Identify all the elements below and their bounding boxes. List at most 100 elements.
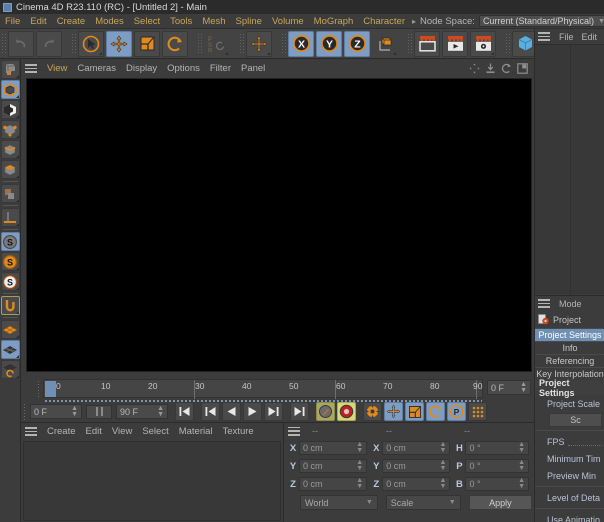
play-button[interactable] — [243, 402, 262, 421]
start-frame-field[interactable]: 0 F ▲ ▼ — [30, 404, 82, 419]
y-axis-lock-button[interactable]: Y — [316, 30, 342, 57]
points-mode-button[interactable] — [0, 120, 20, 139]
viewport-menu-display[interactable]: Display — [121, 63, 162, 74]
coordinate-mode-select[interactable]: Scale ▼ — [385, 495, 461, 510]
node-space-select[interactable]: Current (Standard/Physical) ▼ — [478, 15, 604, 27]
transport-grip[interactable] — [23, 403, 27, 420]
render-queue-button[interactable] — [442, 30, 468, 57]
coord-size-y-input[interactable]: 0 cm ▲ ▼ — [382, 459, 451, 473]
menu-item-spline[interactable]: Spline — [231, 14, 267, 29]
x-axis-lock-button[interactable]: X — [288, 30, 314, 57]
world-object-coordinate-button[interactable] — [372, 31, 398, 57]
coord-rotation-b-spinner-icon[interactable]: ▲ ▼ — [518, 477, 525, 490]
move-axis-button[interactable] — [246, 30, 272, 57]
coord-rotation-p-input[interactable]: 0 ° ▲ ▼ — [465, 459, 529, 473]
viewport-menu-view[interactable]: View — [42, 63, 72, 74]
menu-item-file[interactable]: File — [0, 14, 25, 29]
make-editable-button[interactable] — [0, 60, 20, 79]
step-forward-button[interactable] — [264, 402, 283, 421]
viewport-menu-cameras[interactable]: Cameras — [72, 63, 121, 74]
toolbar-grip-2[interactable] — [71, 32, 76, 55]
undo-button[interactable] — [8, 30, 34, 57]
pan-view-icon[interactable] — [469, 63, 480, 74]
coord-position-y-spinner-icon[interactable]: ▲ ▼ — [356, 459, 363, 472]
render-view-button[interactable] — [414, 30, 440, 57]
toolbar-grip-3[interactable] — [197, 32, 202, 55]
menu-overflow-arrow-icon[interactable]: ▸ — [410, 17, 418, 26]
coordinates-hamburger-icon[interactable] — [288, 426, 300, 436]
record-parameter-button[interactable]: P — [447, 402, 466, 421]
maximize-view-icon[interactable] — [517, 63, 528, 74]
attribute-tab-referencing[interactable]: Referencing — [535, 354, 604, 367]
viewport-solo-button[interactable] — [0, 184, 20, 203]
z-axis-lock-button[interactable]: Z — [344, 30, 370, 57]
start-frame-spinner-icon[interactable]: ▲ ▼ — [71, 405, 78, 418]
object-manager-tree[interactable] — [535, 44, 604, 295]
workplane-lock-button[interactable]: S — [0, 272, 20, 291]
texture-mode-button[interactable] — [0, 100, 20, 119]
grid-dark-button[interactable] — [0, 340, 20, 359]
grid-rotate-button[interactable] — [0, 360, 20, 379]
coord-rotation-p-spinner-icon[interactable]: ▲ ▼ — [518, 459, 525, 472]
render-settings-button[interactable] — [470, 30, 496, 57]
record-position-button[interactable] — [384, 402, 403, 421]
coord-size-z-input[interactable]: 0 cm ▲ ▼ — [382, 477, 451, 491]
viewport-menu-filter[interactable]: Filter — [205, 63, 236, 74]
record-button[interactable] — [337, 402, 356, 421]
menu-item-mesh[interactable]: Mesh — [197, 14, 230, 29]
coord-position-z-input[interactable]: 0 cm ▲ ▼ — [299, 477, 368, 491]
attribute-tab-info[interactable]: Info — [535, 341, 604, 354]
record-scale-button[interactable] — [405, 402, 424, 421]
attribute-mode-label[interactable]: Mode — [555, 299, 582, 309]
quantize-button[interactable]: S — [0, 252, 20, 271]
psr-button[interactable]: P S R — [204, 31, 230, 57]
menu-item-tools[interactable]: Tools — [165, 14, 197, 29]
coord-size-y-spinner-icon[interactable]: ▲ ▼ — [440, 459, 447, 472]
snap-button[interactable]: S — [0, 232, 20, 251]
material-menu-select[interactable]: Select — [137, 426, 173, 437]
scale-button[interactable] — [134, 30, 160, 57]
autokey-button[interactable] — [316, 402, 335, 421]
coord-size-x-input[interactable]: 0 cm ▲ ▼ — [382, 441, 451, 455]
viewport-menu-panel[interactable]: Panel — [236, 63, 270, 74]
attribute-project-scale-field[interactable]: Sc — [549, 413, 602, 427]
model-mode-button[interactable] — [0, 80, 20, 99]
menu-item-select[interactable]: Select — [129, 14, 165, 29]
record-pla-button[interactable] — [468, 402, 487, 421]
edges-mode-button[interactable] — [0, 140, 20, 159]
viewport-hamburger-icon[interactable] — [25, 64, 37, 73]
dynamic-place-button[interactable] — [0, 296, 20, 315]
attribute-hamburger-icon[interactable] — [538, 299, 550, 308]
toolbar-grip-7[interactable] — [505, 32, 510, 55]
viewport-menu-options[interactable]: Options — [162, 63, 205, 74]
toolbar-grip-5[interactable] — [281, 32, 286, 55]
apply-button[interactable]: Apply — [468, 495, 532, 510]
timeline-ruler[interactable]: 0 10 20 30 40 50 60 70 80 90 — [43, 379, 483, 399]
material-menu-edit[interactable]: Edit — [81, 426, 107, 437]
record-rotation-button[interactable] — [426, 402, 445, 421]
menu-item-modes[interactable]: Modes — [90, 14, 129, 29]
attribute-project-row[interactable]: Project — [535, 311, 604, 328]
move-button[interactable] — [106, 30, 132, 57]
playhead-marker[interactable] — [45, 381, 56, 397]
coord-position-x-input[interactable]: 0 cm ▲ ▼ — [299, 441, 368, 455]
material-menu-view[interactable]: View — [107, 426, 137, 437]
material-menu-texture[interactable]: Texture — [218, 426, 259, 437]
redo-button[interactable] — [36, 30, 62, 57]
menu-item-create[interactable]: Create — [52, 14, 91, 29]
live-selection-button[interactable] — [78, 30, 104, 57]
coordinate-system-select[interactable]: World ▼ — [300, 495, 378, 510]
next-keyframe-button[interactable] — [290, 402, 309, 421]
toolbar-grip-4[interactable] — [239, 32, 244, 55]
object-menu-file[interactable]: File — [555, 32, 578, 42]
material-list[interactable] — [23, 441, 281, 521]
object-menu-edit[interactable]: Edit — [578, 32, 602, 42]
menu-item-volume[interactable]: Volume — [267, 14, 309, 29]
current-frame-field[interactable]: 0 F ▲ ▼ — [487, 380, 531, 395]
frame-range-slider[interactable] — [86, 404, 112, 419]
material-menu-create[interactable]: Create — [42, 426, 81, 437]
menu-item-edit[interactable]: Edit — [25, 14, 51, 29]
current-frame-spinner-icon[interactable]: ▲ ▼ — [520, 381, 527, 394]
coord-position-y-input[interactable]: 0 cm ▲ ▼ — [299, 459, 368, 473]
coord-position-z-spinner-icon[interactable]: ▲ ▼ — [356, 477, 363, 490]
